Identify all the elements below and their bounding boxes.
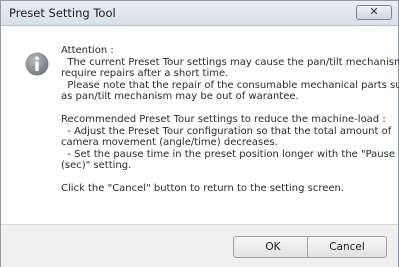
message-line: - Set the pause time in the preset posit… <box>61 148 396 160</box>
info-icon <box>25 52 49 76</box>
dialog-content: Attention : The current Preset Tour sett… <box>1 26 399 224</box>
ok-button[interactable]: OK <box>233 236 313 258</box>
message-spacer <box>61 103 386 115</box>
message-line: Attention : <box>61 45 114 56</box>
message-line: The current Preset Tour settings may cau… <box>61 56 399 68</box>
message-line: (sec)" setting. <box>61 160 132 171</box>
close-icon: ✕ <box>369 5 379 18</box>
message-line: Recommended Preset Tour settings to redu… <box>61 114 386 125</box>
warning-message: Attention : The current Preset Tour sett… <box>61 45 399 195</box>
title-bar[interactable]: Preset Setting Tool ✕ <box>1 1 398 26</box>
window-title: Preset Setting Tool <box>9 6 116 20</box>
message-line: as pan/tilt mechanism may be out of wara… <box>61 91 299 102</box>
close-button[interactable]: ✕ <box>356 5 392 20</box>
button-bar: OK Cancel <box>1 224 398 267</box>
message-line: require repairs after a short time. <box>61 68 229 79</box>
message-line: Click the "Cancel" button to return to t… <box>61 183 345 194</box>
message-line: - Adjust the Preset Tour configuration s… <box>61 125 392 137</box>
message-line: Please note that the repair of the consu… <box>61 79 399 91</box>
cancel-button[interactable]: Cancel <box>307 236 387 258</box>
message-line: camera movement (angle/time) decreases. <box>61 137 278 148</box>
message-spacer <box>61 172 386 184</box>
dialog-window: Preset Setting Tool ✕ Attention : The cu… <box>0 0 399 267</box>
